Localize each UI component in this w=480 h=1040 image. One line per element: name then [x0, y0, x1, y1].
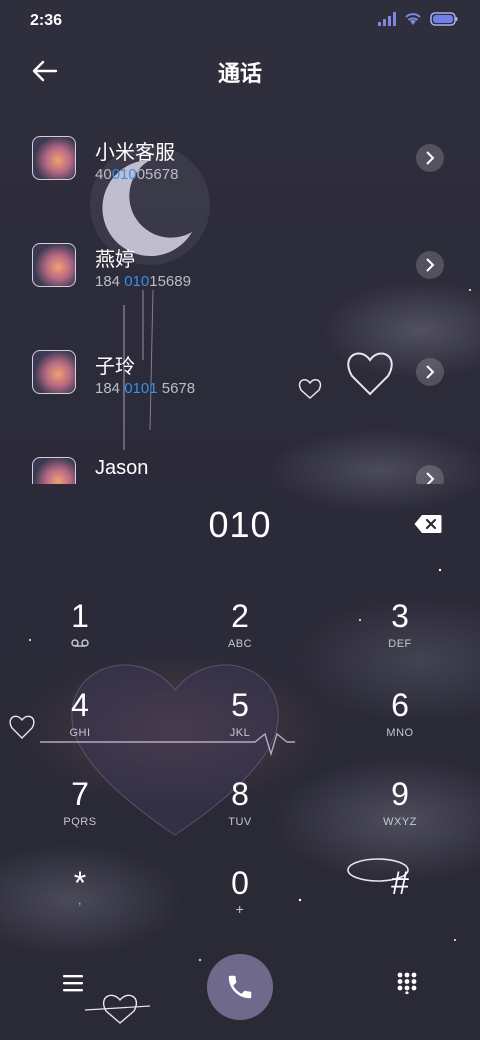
battery-icon [430, 12, 458, 26]
key-star[interactable]: * , [10, 865, 150, 945]
contact-results-list: 小米客服 4001005678 燕婷 184 01015689 子玲 184 0… [0, 104, 480, 484]
contact-row[interactable]: 子玲 184 0101 5678 [0, 318, 480, 425]
key-hash[interactable]: # [330, 865, 470, 945]
backspace-icon[interactable] [414, 514, 442, 534]
dialed-number: 010 [208, 504, 272, 545]
key-0[interactable]: 0 + [170, 865, 310, 945]
key-9[interactable]: 9 WXYZ [330, 776, 470, 856]
call-button[interactable] [207, 954, 273, 1020]
voicemail-icon [71, 639, 89, 647]
contact-number: 4001005678 [95, 166, 179, 183]
contact-row[interactable]: Jason [0, 425, 480, 484]
menu-icon[interactable] [62, 974, 84, 992]
chevron-right-icon [426, 365, 435, 379]
avatar [32, 350, 76, 394]
wifi-icon [405, 13, 421, 25]
contact-detail-button[interactable] [416, 358, 444, 386]
chevron-right-icon [426, 258, 435, 272]
phone-icon [228, 975, 252, 999]
avatar [32, 457, 76, 484]
contact-row[interactable]: 小米客服 4001005678 [0, 104, 480, 211]
key-4[interactable]: 4 GHI [10, 687, 150, 767]
contact-detail-button[interactable] [416, 144, 444, 172]
contact-name: Jason [95, 457, 149, 479]
keypad-icon[interactable] [396, 972, 418, 994]
status-time: 2:36 [30, 12, 63, 29]
page-title: 通话 [217, 61, 262, 86]
contact-detail-button[interactable] [416, 251, 444, 279]
key-5[interactable]: 5 JKL [170, 687, 310, 767]
app-header: 通话 [0, 44, 480, 100]
contact-number: 184 0101 5678 [95, 380, 196, 397]
chevron-right-icon [426, 472, 435, 484]
contact-name: 子玲 [95, 356, 135, 378]
key-7[interactable]: 7 PQRS [10, 776, 150, 856]
key-2[interactable]: 2 ABC [170, 598, 310, 678]
key-8[interactable]: 8 TUV [170, 776, 310, 856]
key-1[interactable]: 1 [10, 598, 150, 678]
avatar [32, 243, 76, 287]
dialer-actions [0, 954, 480, 1024]
key-3[interactable]: 3 DEF [330, 598, 470, 678]
contact-name: 小米客服 [95, 142, 175, 164]
avatar [32, 136, 76, 180]
chevron-right-icon [426, 151, 435, 165]
key-6[interactable]: 6 MNO [330, 687, 470, 767]
signal-icon [378, 12, 396, 26]
contact-number: 184 01015689 [95, 273, 191, 290]
status-bar: 2:36 [0, 0, 480, 44]
contact-detail-button[interactable] [416, 465, 444, 484]
contact-name: 燕婷 [95, 249, 135, 271]
contact-row[interactable]: 燕婷 184 01015689 [0, 211, 480, 318]
